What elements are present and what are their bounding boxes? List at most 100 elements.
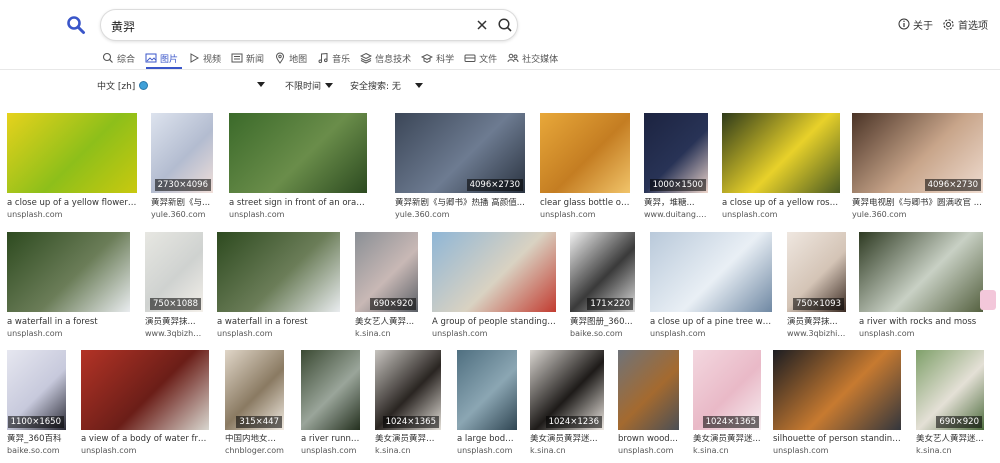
result-caption[interactable]: a river runni... (301, 434, 360, 445)
image-result[interactable]: 1024×1365 美女演员黄羿迷... k.sina.cn (375, 350, 441, 457)
image-result[interactable]: a street sign in front of an orange t...… (229, 113, 367, 221)
result-thumbnail[interactable]: 315×447 (225, 350, 284, 430)
result-thumbnail[interactable] (618, 350, 679, 430)
result-thumbnail[interactable] (7, 232, 130, 312)
result-thumbnail[interactable] (773, 350, 901, 430)
side-widget[interactable] (980, 290, 996, 310)
result-caption[interactable]: a close up of a pine tree wit... (650, 317, 772, 328)
result-thumbnail[interactable]: 690×920 (355, 232, 418, 312)
image-result[interactable]: a waterfall in a forest unsplash.com (217, 232, 340, 340)
image-result[interactable]: a view of a body of water fro... unsplash… (81, 350, 209, 457)
result-thumbnail[interactable] (301, 350, 360, 430)
result-thumbnail[interactable] (722, 113, 840, 193)
tab-music[interactable]: 音乐 (317, 50, 350, 66)
tab-images[interactable]: 图片 (145, 50, 178, 66)
result-caption[interactable]: a river with rocks and moss (859, 317, 983, 328)
result-caption[interactable]: 黄羿，堆糖... (644, 198, 708, 209)
image-result[interactable]: 4096×2730 黄羿新剧《与卿书》热播 高颜值... yule.360.com (395, 113, 525, 221)
image-result[interactable]: brown wood... unsplash.com (618, 350, 679, 457)
result-caption[interactable]: 美女艺人黄羿... (355, 317, 418, 328)
result-thumbnail[interactable] (432, 232, 556, 312)
image-result[interactable]: a river runni... unsplash.com (301, 350, 360, 457)
preferences-link[interactable]: 首选项 (942, 16, 988, 32)
result-caption[interactable]: 美女演员黄羿迷... (530, 434, 604, 445)
result-caption[interactable]: 美女演员黄羿迷... (375, 434, 441, 445)
tab-general[interactable]: 综合 (102, 50, 135, 66)
image-result[interactable]: 690×920 美女艺人黄羿迷... k.sina.cn (916, 350, 984, 457)
image-result[interactable]: a close up of a yellow rose... unsplash.c… (722, 113, 840, 221)
result-thumbnail[interactable] (457, 350, 517, 430)
image-result[interactable]: 1024×1236 美女演员黄羿迷... k.sina.cn (530, 350, 604, 457)
language-filter[interactable]: 中文 [zh] (97, 78, 149, 92)
result-caption[interactable]: a large body... (457, 434, 517, 445)
image-result[interactable]: a close up of a yellow flower i... unspla… (7, 113, 137, 221)
image-result[interactable]: 171×220 黄羿图册_360... baike.so.com (570, 232, 635, 340)
tab-files[interactable]: 文件 (464, 50, 497, 66)
result-thumbnail[interactable]: 750×1088 (145, 232, 203, 312)
image-result[interactable]: 750×1093 演员黄羿抹... www.3qbizhi.... (787, 232, 846, 340)
result-thumbnail[interactable]: 2730×4096 (151, 113, 213, 193)
result-thumbnail[interactable] (217, 232, 340, 312)
search-icon[interactable] (497, 17, 513, 33)
image-result[interactable]: a river with rocks and moss unsplash.com (859, 232, 983, 340)
result-caption[interactable]: clear glass bottle on... (540, 198, 630, 209)
image-result[interactable]: 690×920 美女艺人黄羿... k.sina.cn (355, 232, 418, 340)
result-thumbnail[interactable] (229, 113, 367, 193)
result-caption[interactable]: a close up of a yellow rose... (722, 198, 840, 209)
result-caption[interactable]: 黄羿_360百科 (7, 434, 66, 445)
result-caption[interactable]: 演员黄羿抹... (787, 317, 846, 328)
image-result[interactable]: a close up of a pine tree wit... unsplash… (650, 232, 772, 340)
safesearch-filter[interactable]: 安全搜索: 无 (350, 78, 423, 92)
result-caption[interactable]: 黄羿电视剧《与卿书》圆满收官 ... (852, 198, 983, 209)
image-result[interactable]: 1024×1365 美女演员黄羿迷... k.sina.cn (693, 350, 761, 457)
result-caption[interactable]: silhouette of person standing... (773, 434, 901, 445)
result-thumbnail[interactable]: 1000×1500 (644, 113, 708, 193)
result-thumbnail[interactable]: 750×1093 (787, 232, 846, 312)
image-result[interactable]: 1000×1500 黄羿，堆糖... www.duitang.c... (644, 113, 708, 221)
tab-maps[interactable]: 地图 (274, 50, 307, 66)
result-thumbnail[interactable]: 690×920 (916, 350, 984, 430)
result-thumbnail[interactable] (540, 113, 630, 193)
time-filter[interactable]: 不限时间 (285, 78, 334, 92)
result-thumbnail[interactable]: 1024×1365 (693, 350, 761, 430)
result-caption[interactable]: a view of a body of water fro... (81, 434, 209, 445)
result-caption[interactable]: 演员黄羿抹... (145, 317, 203, 328)
image-result[interactable]: 4096×2730 黄羿电视剧《与卿书》圆满收官 ... yule.360.com (852, 113, 983, 221)
result-caption[interactable]: A group of people standing ... (432, 317, 556, 328)
tab-science[interactable]: 科学 (421, 50, 454, 66)
image-result[interactable]: a waterfall in a forest unsplash.com (7, 232, 130, 340)
image-result[interactable]: silhouette of person standing... unsplash… (773, 350, 901, 457)
result-caption[interactable]: brown wood... (618, 434, 679, 445)
image-result[interactable]: 2730×4096 黄羿新剧《与... yule.360.com (151, 113, 213, 221)
result-caption[interactable]: 黄羿新剧《与卿书》热播 高颜值... (395, 198, 525, 209)
result-caption[interactable]: a street sign in front of an orange t... (229, 198, 367, 209)
about-link[interactable]: 关于 (898, 16, 933, 32)
tab-videos[interactable]: 视频 (188, 50, 221, 66)
result-thumbnail[interactable] (650, 232, 772, 312)
result-caption[interactable]: 中国内地女演... (225, 434, 284, 445)
result-caption[interactable]: 美女演员黄羿迷... (693, 434, 761, 445)
result-thumbnail[interactable]: 4096×2730 (852, 113, 983, 193)
result-thumbnail[interactable]: 1024×1365 (375, 350, 441, 430)
result-caption[interactable]: 黄羿新剧《与... (151, 198, 213, 209)
result-caption[interactable]: 黄羿图册_360... (570, 317, 635, 328)
result-thumbnail[interactable]: 4096×2730 (395, 113, 525, 193)
clear-icon[interactable] (475, 18, 489, 32)
image-result[interactable]: 1100×1650 黄羿_360百科 baike.so.com (7, 350, 66, 457)
image-result[interactable]: a large body... unsplash.com (457, 350, 517, 457)
image-result[interactable]: clear glass bottle on... unsplash.com (540, 113, 630, 221)
tab-news[interactable]: 新闻 (231, 50, 264, 66)
chevron-down-icon[interactable] (257, 82, 265, 87)
tab-it[interactable]: 信息技术 (360, 50, 411, 66)
tab-social[interactable]: 社交媒体 (507, 50, 558, 66)
result-thumbnail[interactable]: 1100×1650 (7, 350, 66, 430)
result-thumbnail[interactable]: 1024×1236 (530, 350, 604, 430)
image-result[interactable]: 315×447 中国内地女演... chnbloger.com (225, 350, 284, 457)
logo-search-icon[interactable] (66, 15, 86, 35)
image-result[interactable]: A group of people standing ... unsplash.c… (432, 232, 556, 340)
result-caption[interactable]: a waterfall in a forest (217, 317, 340, 328)
result-thumbnail[interactable] (81, 350, 209, 430)
result-thumbnail[interactable] (859, 232, 983, 312)
result-thumbnail[interactable]: 171×220 (570, 232, 635, 312)
search-input[interactable] (111, 16, 451, 36)
